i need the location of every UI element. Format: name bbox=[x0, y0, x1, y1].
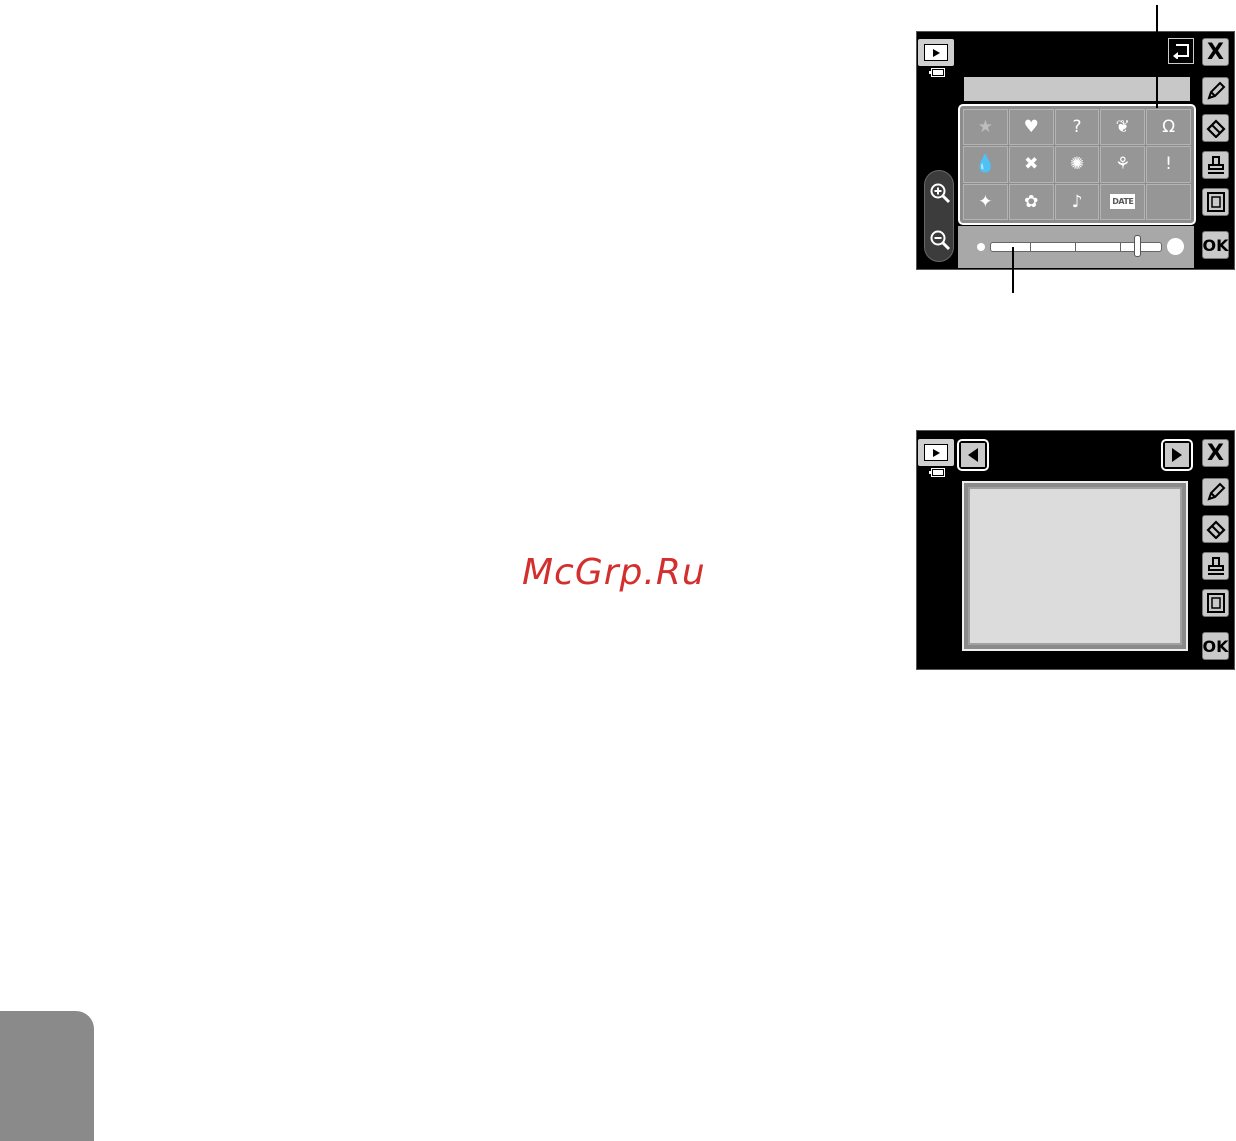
date-stamp-label: DATE bbox=[1110, 194, 1136, 210]
stamp-size-slider bbox=[958, 226, 1194, 268]
small-size-icon bbox=[977, 243, 985, 251]
stamp-exclamation-icon[interactable]: ! bbox=[1146, 146, 1191, 183]
stamp-butterfly-icon[interactable]: ✖ bbox=[1008, 146, 1054, 183]
stamp-icon bbox=[1207, 156, 1224, 174]
frame-icon bbox=[1206, 192, 1225, 212]
chapter-side-tab bbox=[0, 1011, 94, 1141]
frame-preview bbox=[962, 481, 1188, 651]
stamp-flower-icon[interactable]: ✿ bbox=[1008, 183, 1054, 220]
zoom-control bbox=[924, 170, 954, 262]
stamp-heart-icon[interactable]: ♥ bbox=[1008, 109, 1054, 146]
stamp-question-icon[interactable]: ? bbox=[1054, 109, 1100, 146]
stamp-horseshoe-icon[interactable]: Ω bbox=[1146, 109, 1191, 146]
stamp-date-icon[interactable]: DATE bbox=[1100, 183, 1146, 220]
playback-mode-icon[interactable] bbox=[918, 439, 954, 466]
zoom-in-icon bbox=[930, 183, 951, 204]
close-button[interactable]: X bbox=[1202, 38, 1229, 66]
arrow-right-icon bbox=[1172, 448, 1182, 462]
eraser-icon bbox=[1205, 520, 1226, 539]
ok-button[interactable]: OK bbox=[1202, 231, 1229, 259]
stamp-note-icon[interactable]: ♪ bbox=[1054, 183, 1100, 220]
frame-button[interactable] bbox=[1202, 589, 1229, 617]
stamp-leaf-icon[interactable]: ❦ bbox=[1100, 109, 1146, 146]
pencil-icon bbox=[1206, 482, 1225, 501]
stamp-button[interactable] bbox=[1202, 151, 1229, 179]
stamp-icon bbox=[1207, 557, 1224, 575]
eraser-button[interactable] bbox=[1202, 515, 1229, 543]
frame-screen: X OK bbox=[916, 430, 1235, 670]
stamp-drop-icon[interactable]: 💧 bbox=[963, 146, 1008, 183]
battery-icon bbox=[929, 68, 945, 77]
battery-icon bbox=[929, 468, 945, 477]
pencil-icon bbox=[1206, 81, 1225, 100]
stamp-ribbon-icon[interactable]: ⚘ bbox=[1100, 146, 1146, 183]
stamp-empty-icon[interactable] bbox=[1146, 183, 1191, 220]
undo-icon bbox=[1173, 44, 1189, 59]
pencil-button[interactable] bbox=[1202, 77, 1229, 105]
callout-line-bottom bbox=[1012, 247, 1014, 293]
next-frame-button[interactable] bbox=[1161, 439, 1193, 471]
zoom-out-icon bbox=[930, 230, 951, 251]
zoom-out-button[interactable] bbox=[928, 228, 952, 252]
stamp-sun-icon[interactable]: ✺ bbox=[1054, 146, 1100, 183]
eraser-icon bbox=[1205, 119, 1226, 138]
pencil-button[interactable] bbox=[1202, 478, 1229, 506]
slider-handle[interactable] bbox=[1134, 235, 1142, 257]
playback-mode-icon[interactable] bbox=[918, 39, 954, 66]
prev-frame-button[interactable] bbox=[957, 439, 989, 471]
zoom-in-button[interactable] bbox=[928, 181, 952, 205]
eraser-button[interactable] bbox=[1202, 114, 1229, 142]
stamp-star-icon[interactable]: ★ bbox=[963, 109, 1008, 146]
arrow-left-icon bbox=[968, 448, 978, 462]
ok-button[interactable]: OK bbox=[1202, 632, 1229, 660]
undo-button[interactable] bbox=[1168, 38, 1194, 64]
stamp-screen: X OK ★ ♥? ❦ Ω 💧 ✖ ✺ ⚘! ✦ ✿ ♪ DATE bbox=[916, 31, 1235, 270]
callout-line-top bbox=[1156, 5, 1158, 108]
stamp-button[interactable] bbox=[1202, 552, 1229, 580]
watermark-text: McGrp.Ru bbox=[522, 552, 706, 593]
close-button[interactable]: X bbox=[1202, 439, 1229, 467]
stamp-grid: ★ ♥? ❦ Ω 💧 ✖ ✺ ⚘! ✦ ✿ ♪ DATE bbox=[958, 104, 1196, 225]
frame-icon bbox=[1206, 593, 1225, 613]
stamp-sparkle-icon[interactable]: ✦ bbox=[963, 183, 1008, 220]
large-size-icon bbox=[1167, 238, 1184, 255]
frame-button[interactable] bbox=[1202, 188, 1229, 216]
